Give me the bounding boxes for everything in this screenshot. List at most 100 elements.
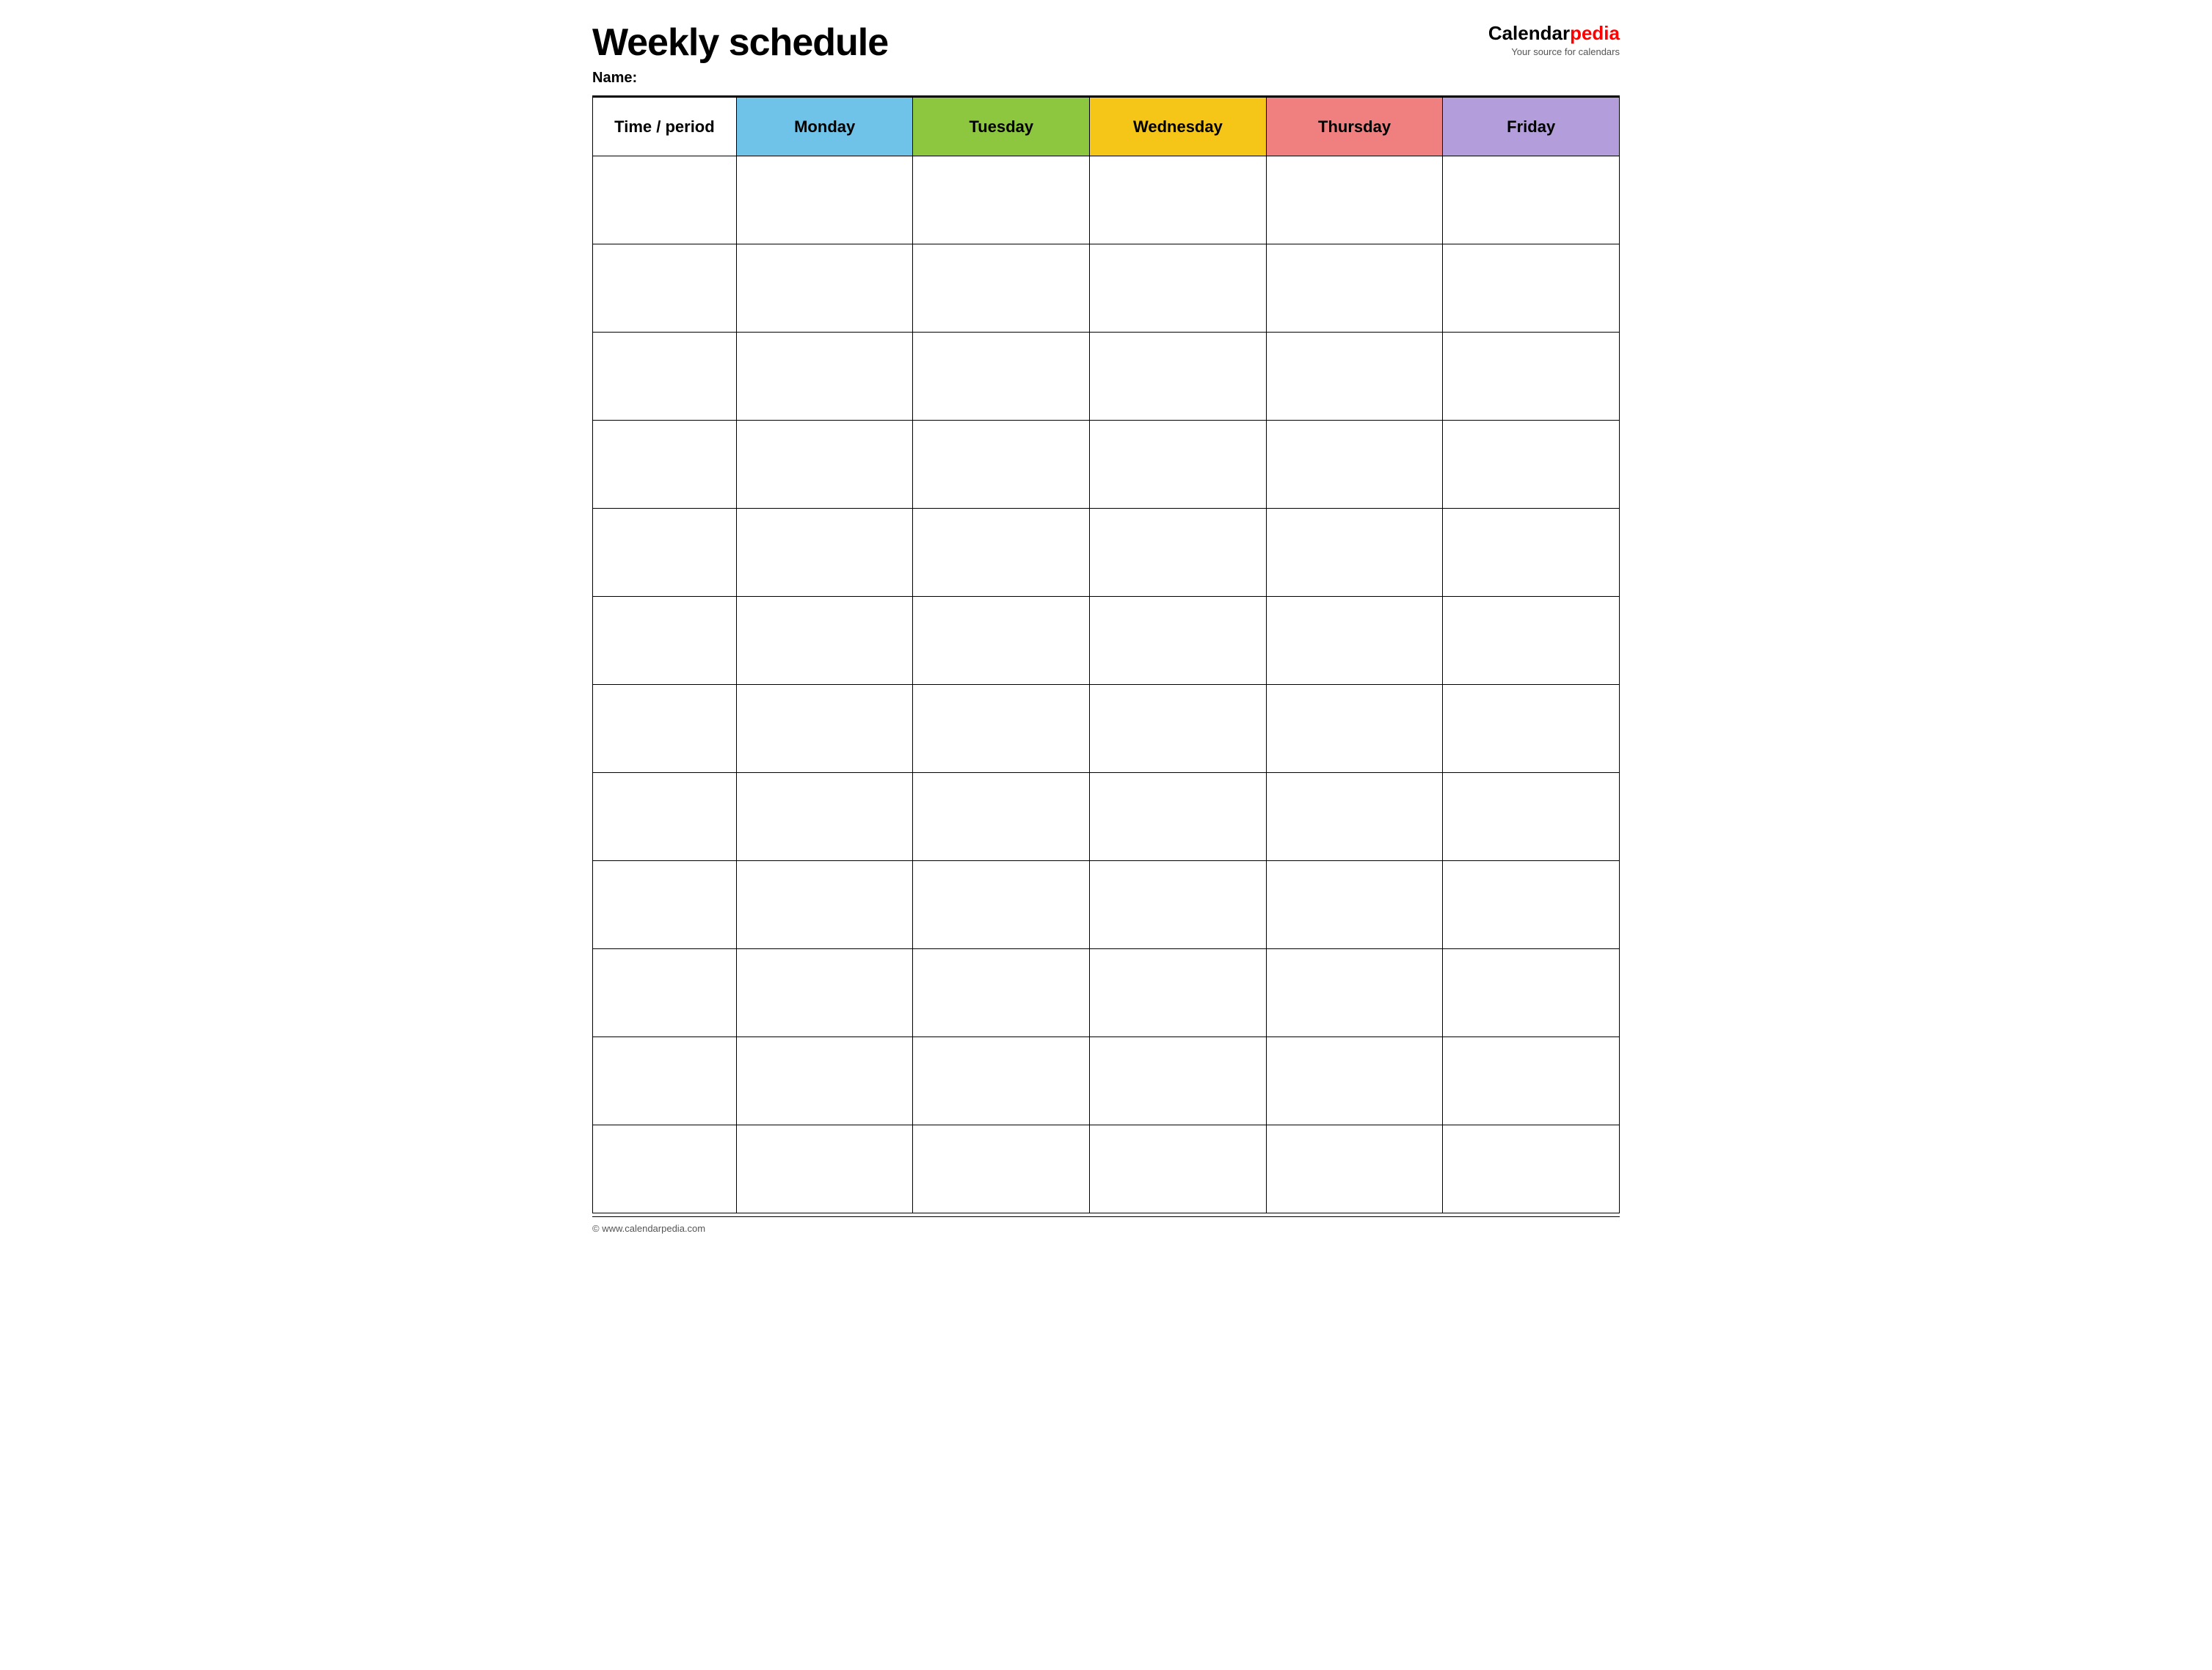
bottom-divider xyxy=(592,1216,1620,1217)
page-title: Weekly schedule xyxy=(592,22,888,64)
time-cell[interactable] xyxy=(593,156,737,244)
table-row[interactable] xyxy=(593,156,1620,244)
col-header-thursday: Thursday xyxy=(1266,98,1443,156)
schedule-cell[interactable] xyxy=(736,156,913,244)
schedule-cell[interactable] xyxy=(1266,509,1443,597)
schedule-cell[interactable] xyxy=(736,244,913,333)
table-body xyxy=(593,156,1620,1213)
schedule-cell[interactable] xyxy=(736,773,913,861)
schedule-cell[interactable] xyxy=(1266,1125,1443,1213)
schedule-cell[interactable] xyxy=(913,244,1090,333)
schedule-cell[interactable] xyxy=(736,1125,913,1213)
schedule-cell[interactable] xyxy=(1090,949,1267,1037)
time-cell[interactable] xyxy=(593,244,737,333)
col-header-time: Time / period xyxy=(593,98,737,156)
col-header-friday: Friday xyxy=(1443,98,1620,156)
schedule-cell[interactable] xyxy=(1443,1125,1620,1213)
schedule-cell[interactable] xyxy=(1090,509,1267,597)
table-row[interactable] xyxy=(593,685,1620,773)
schedule-cell[interactable] xyxy=(1090,861,1267,949)
time-cell[interactable] xyxy=(593,333,737,421)
schedule-cell[interactable] xyxy=(913,509,1090,597)
schedule-cell[interactable] xyxy=(1266,685,1443,773)
schedule-cell[interactable] xyxy=(1090,685,1267,773)
time-cell[interactable] xyxy=(593,1125,737,1213)
logo-pedia-part: pedia xyxy=(1570,22,1620,44)
schedule-cell[interactable] xyxy=(913,861,1090,949)
schedule-cell[interactable] xyxy=(913,949,1090,1037)
time-cell[interactable] xyxy=(593,773,737,861)
table-row[interactable] xyxy=(593,244,1620,333)
schedule-cell[interactable] xyxy=(1443,509,1620,597)
logo-text: Calendarpedia xyxy=(1488,22,1620,45)
schedule-cell[interactable] xyxy=(1090,421,1267,509)
schedule-cell[interactable] xyxy=(913,156,1090,244)
schedule-cell[interactable] xyxy=(1090,1037,1267,1125)
schedule-cell[interactable] xyxy=(1266,597,1443,685)
table-row[interactable] xyxy=(593,949,1620,1037)
schedule-cell[interactable] xyxy=(913,685,1090,773)
schedule-cell[interactable] xyxy=(736,1037,913,1125)
time-cell[interactable] xyxy=(593,421,737,509)
footer-copyright: © www.calendarpedia.com xyxy=(592,1223,1620,1234)
schedule-cell[interactable] xyxy=(1443,773,1620,861)
schedule-cell[interactable] xyxy=(913,1125,1090,1213)
schedule-cell[interactable] xyxy=(1443,597,1620,685)
schedule-cell[interactable] xyxy=(1090,244,1267,333)
schedule-cell[interactable] xyxy=(736,333,913,421)
schedule-cell[interactable] xyxy=(1090,597,1267,685)
schedule-cell[interactable] xyxy=(1266,861,1443,949)
table-row[interactable] xyxy=(593,1037,1620,1125)
col-header-wednesday: Wednesday xyxy=(1090,98,1267,156)
table-row[interactable] xyxy=(593,861,1620,949)
header-section: Weekly schedule Name: Calendarpedia Your… xyxy=(592,22,1620,87)
table-row[interactable] xyxy=(593,597,1620,685)
time-cell[interactable] xyxy=(593,685,737,773)
schedule-cell[interactable] xyxy=(736,421,913,509)
schedule-cell[interactable] xyxy=(1443,1037,1620,1125)
schedule-cell[interactable] xyxy=(913,421,1090,509)
schedule-cell[interactable] xyxy=(736,949,913,1037)
schedule-cell[interactable] xyxy=(1090,156,1267,244)
schedule-cell[interactable] xyxy=(1266,244,1443,333)
time-cell[interactable] xyxy=(593,509,737,597)
schedule-cell[interactable] xyxy=(1266,421,1443,509)
schedule-cell[interactable] xyxy=(1443,949,1620,1037)
time-cell[interactable] xyxy=(593,949,737,1037)
table-row[interactable] xyxy=(593,421,1620,509)
schedule-cell[interactable] xyxy=(1443,156,1620,244)
schedule-cell[interactable] xyxy=(1266,773,1443,861)
schedule-cell[interactable] xyxy=(1266,333,1443,421)
page-container: Weekly schedule Name: Calendarpedia Your… xyxy=(592,22,1620,1234)
schedule-cell[interactable] xyxy=(1443,861,1620,949)
time-cell[interactable] xyxy=(593,861,737,949)
schedule-cell[interactable] xyxy=(1090,333,1267,421)
name-label: Name: xyxy=(592,70,888,87)
schedule-cell[interactable] xyxy=(1443,685,1620,773)
logo-tagline: Your source for calendars xyxy=(1511,46,1620,57)
schedule-cell[interactable] xyxy=(736,685,913,773)
col-header-monday: Monday xyxy=(736,98,913,156)
schedule-cell[interactable] xyxy=(1090,773,1267,861)
schedule-cell[interactable] xyxy=(736,509,913,597)
title-area: Weekly schedule Name: xyxy=(592,22,888,87)
table-row[interactable] xyxy=(593,1125,1620,1213)
schedule-cell[interactable] xyxy=(913,333,1090,421)
table-row[interactable] xyxy=(593,773,1620,861)
schedule-cell[interactable] xyxy=(1443,244,1620,333)
time-cell[interactable] xyxy=(593,1037,737,1125)
schedule-cell[interactable] xyxy=(1266,1037,1443,1125)
schedule-cell[interactable] xyxy=(736,597,913,685)
schedule-cell[interactable] xyxy=(1090,1125,1267,1213)
schedule-cell[interactable] xyxy=(736,861,913,949)
schedule-cell[interactable] xyxy=(1443,421,1620,509)
table-row[interactable] xyxy=(593,509,1620,597)
schedule-cell[interactable] xyxy=(913,773,1090,861)
schedule-cell[interactable] xyxy=(1443,333,1620,421)
time-cell[interactable] xyxy=(593,597,737,685)
schedule-cell[interactable] xyxy=(913,597,1090,685)
schedule-cell[interactable] xyxy=(913,1037,1090,1125)
table-row[interactable] xyxy=(593,333,1620,421)
schedule-cell[interactable] xyxy=(1266,156,1443,244)
schedule-cell[interactable] xyxy=(1266,949,1443,1037)
